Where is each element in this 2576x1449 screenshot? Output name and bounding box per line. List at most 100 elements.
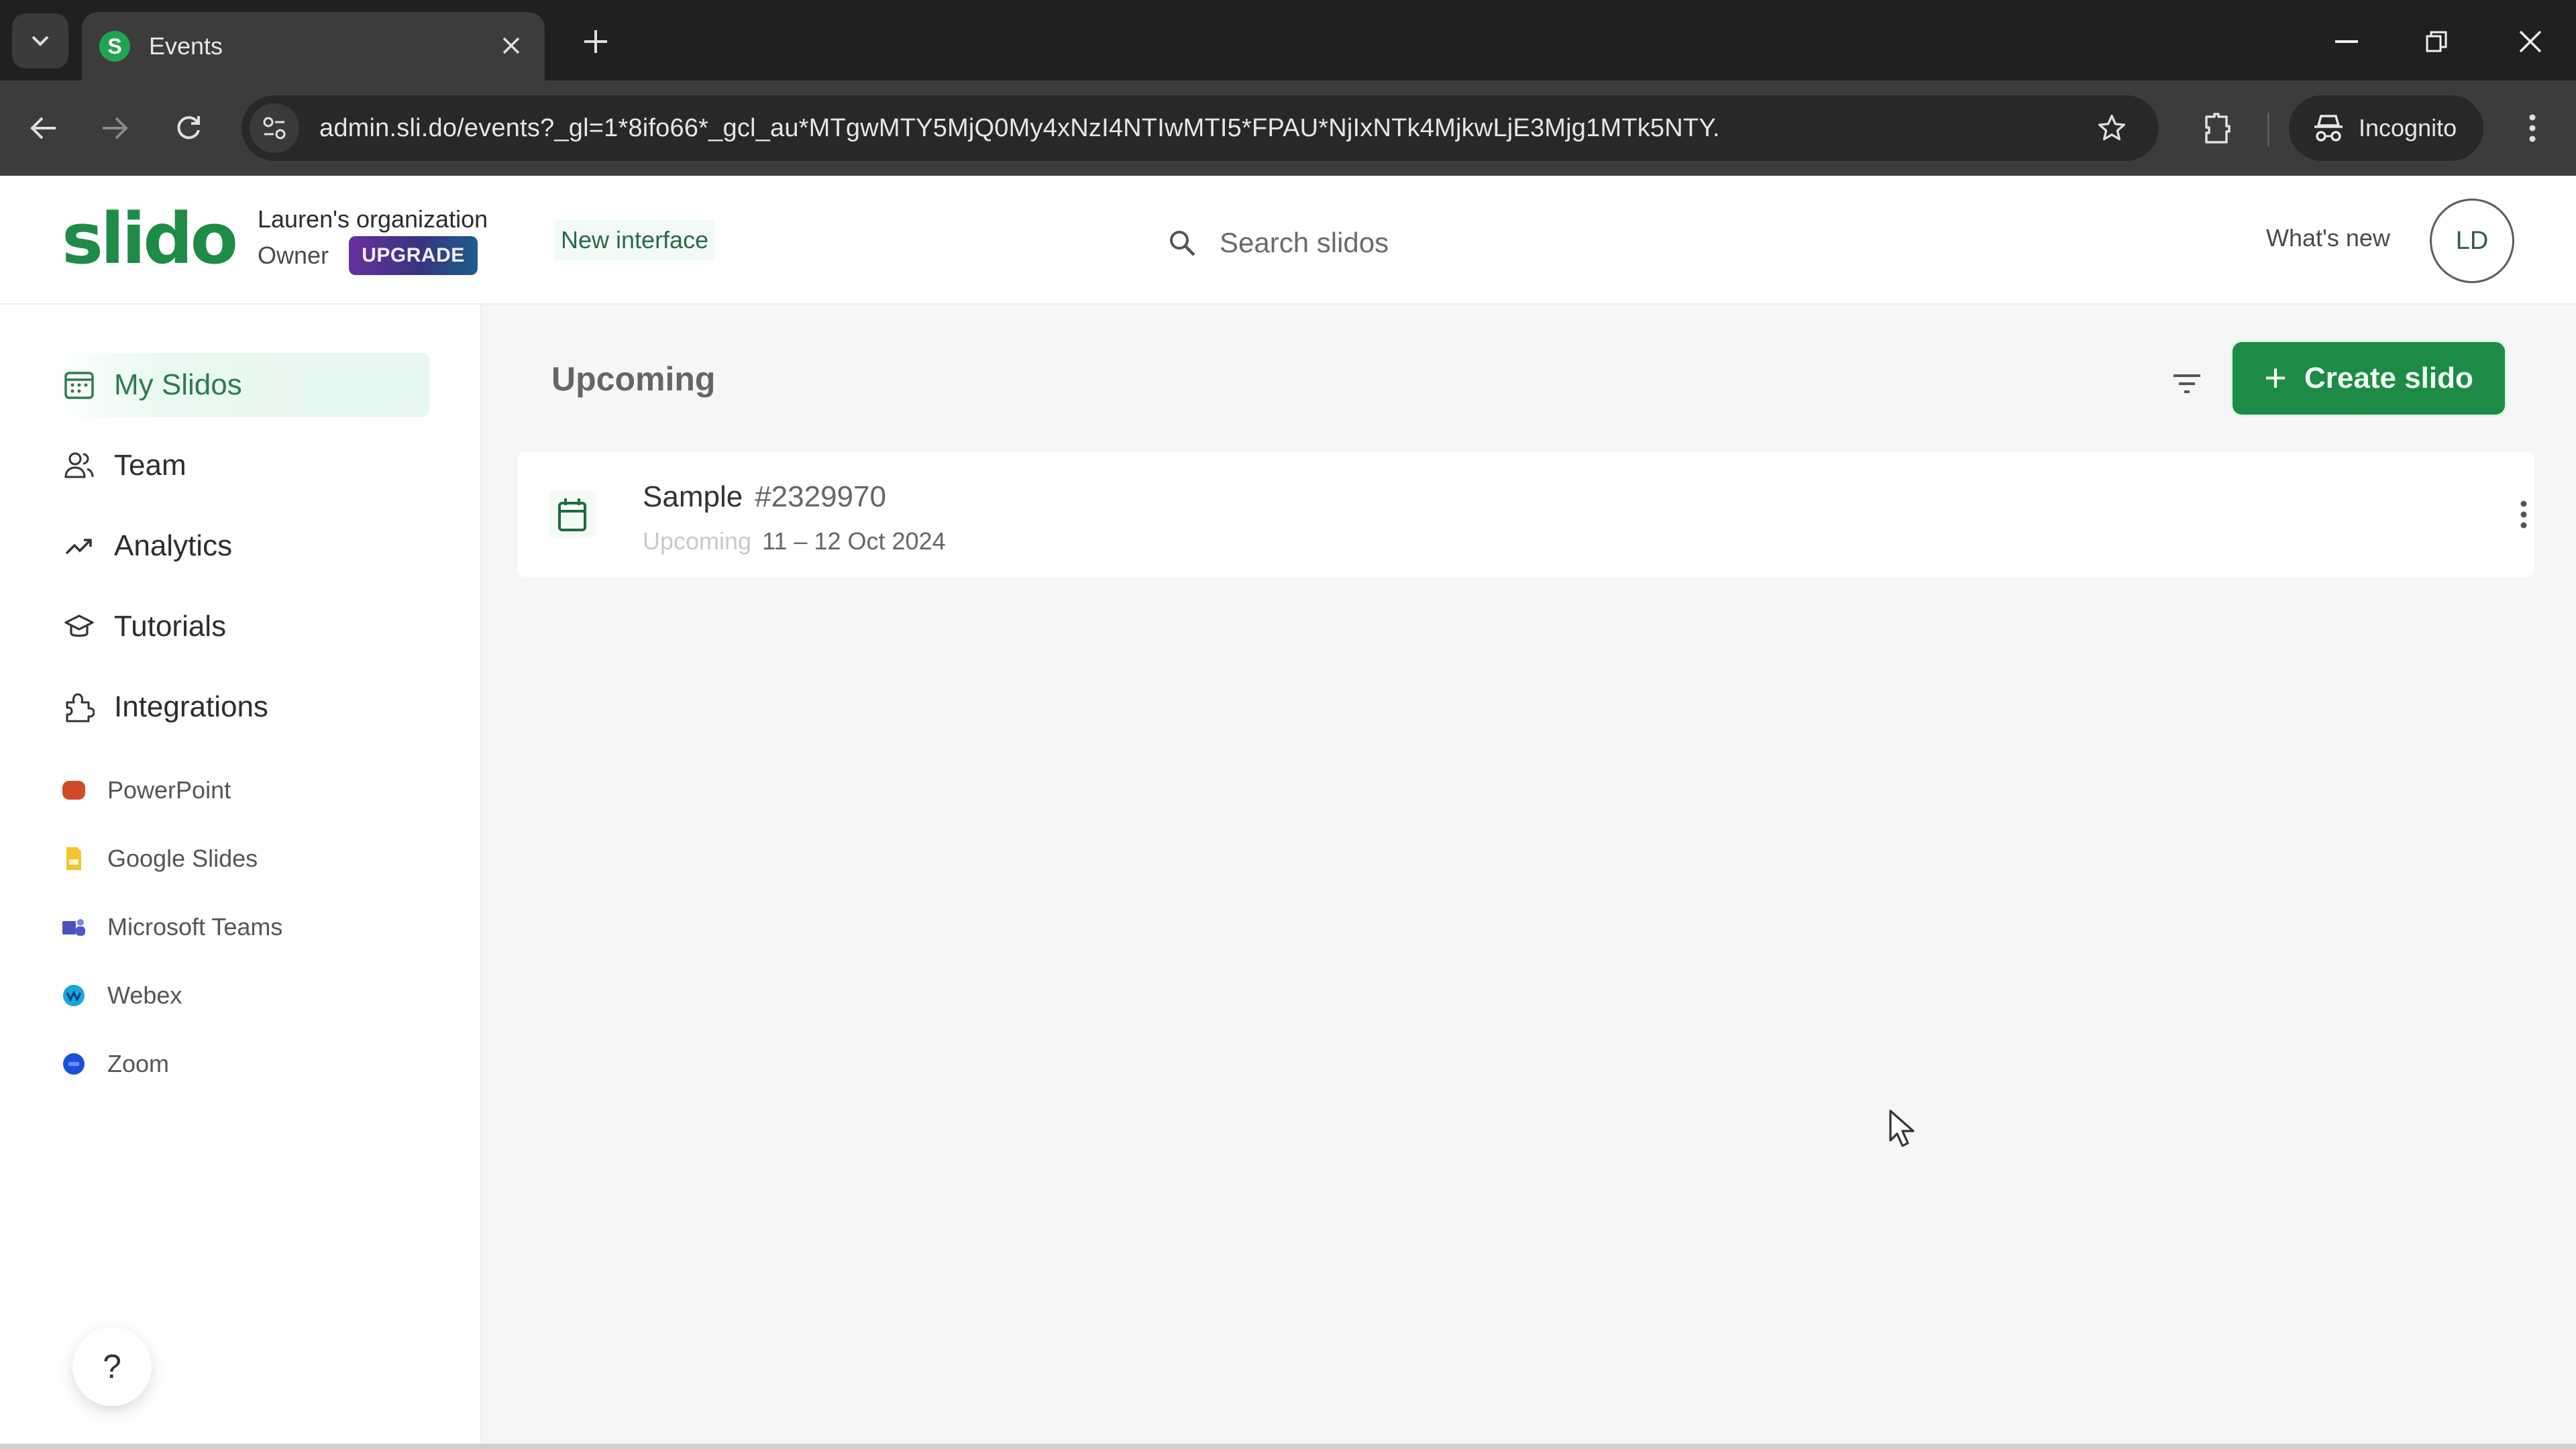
plus-icon	[584, 30, 607, 53]
sidebar-item-analytics[interactable]: Analytics	[47, 514, 429, 578]
browser-toolbar: admin.sli.do/events?_gl=1*8ifo66*_gcl_au…	[0, 80, 2576, 176]
organization-name[interactable]: Lauren's organization	[258, 205, 488, 233]
back-button[interactable]	[15, 99, 72, 157]
tab-title: Events	[149, 32, 223, 60]
event-dates: 11 – 12 Oct 2024	[762, 527, 946, 555]
arrow-left-icon	[30, 117, 56, 140]
integration-powerpoint[interactable]: PowerPoint	[62, 767, 231, 814]
google-slides-icon	[62, 847, 86, 871]
graduation-cap-icon	[62, 609, 97, 644]
site-info-button[interactable]	[250, 103, 299, 153]
incognito-badge[interactable]: Incognito	[2289, 95, 2483, 161]
user-role: Owner	[258, 241, 329, 269]
bookmark-button[interactable]	[2085, 101, 2139, 155]
sidebar-item-tutorials[interactable]: Tutorials	[47, 594, 429, 659]
integration-microsoft-teams[interactable]: Microsoft Teams	[62, 904, 282, 951]
restore-icon	[2426, 31, 2447, 52]
integration-google-slides[interactable]: Google Slides	[62, 835, 258, 882]
arrow-right-icon	[103, 117, 128, 140]
reload-icon	[177, 116, 200, 140]
slido-favicon-icon: S	[99, 31, 130, 62]
url-text[interactable]: admin.sli.do/events?_gl=1*8ifo66*_gcl_au…	[319, 114, 2085, 143]
main-content: Upcoming + Create slido Sample #2329970 U…	[483, 305, 2576, 1449]
integration-label: Webex	[107, 981, 182, 1009]
search-icon	[1170, 231, 1195, 256]
whats-new-link[interactable]: What's new	[2266, 224, 2390, 252]
integration-zoom[interactable]: Zoom	[62, 1040, 169, 1087]
close-window-button[interactable]	[2497, 15, 2564, 68]
integration-label: Zoom	[107, 1050, 170, 1077]
restore-button[interactable]	[2403, 15, 2470, 68]
sidebar: My Slidos Team Analytics Tutorials Integ…	[0, 305, 482, 1449]
event-meta: Upcoming 11 – 12 Oct 2024	[643, 527, 946, 555]
close-icon	[2519, 30, 2542, 53]
upgrade-button[interactable]: UPGRADE	[349, 236, 478, 275]
browser-tab-active[interactable]: S Events	[82, 12, 545, 80]
search-input[interactable]	[1220, 227, 1729, 259]
puzzle-icon	[62, 690, 97, 724]
new-tab-button[interactable]	[569, 15, 623, 68]
integration-label: Google Slides	[107, 845, 258, 872]
kebab-icon	[2529, 114, 2536, 142]
event-more-button[interactable]	[2504, 486, 2544, 543]
zoom-icon	[62, 1052, 86, 1076]
event-name: Sample	[643, 480, 743, 513]
plus-icon: +	[2264, 356, 2287, 400]
sidebar-item-label: Team	[114, 449, 186, 482]
horizontal-scrollbar[interactable]	[0, 1444, 2576, 1449]
sidebar-item-integrations[interactable]: Integrations	[47, 675, 429, 739]
event-status: Upcoming	[643, 527, 752, 555]
microsoft-teams-icon	[62, 915, 86, 939]
sidebar-item-label: Integrations	[114, 690, 268, 723]
sidebar-item-my-slidos[interactable]: My Slidos	[47, 353, 429, 417]
webex-icon	[62, 983, 86, 1008]
search-bar[interactable]	[1167, 216, 1771, 270]
kebab-icon	[2520, 500, 2527, 529]
section-title: Upcoming	[551, 360, 716, 398]
mouse-cursor-icon	[1889, 1110, 1915, 1147]
user-avatar[interactable]: LD	[2430, 199, 2514, 283]
create-slido-label: Create slido	[2304, 362, 2473, 394]
filter-icon	[2174, 374, 2200, 393]
help-button[interactable]: ?	[72, 1327, 152, 1406]
integration-label: Microsoft Teams	[107, 913, 283, 941]
browser-menu-button[interactable]	[2504, 99, 2561, 157]
calendar-icon	[549, 491, 596, 538]
sidebar-item-label: Analytics	[114, 529, 233, 562]
help-icon: ?	[103, 1348, 121, 1385]
sidebar-item-label: My Slidos	[114, 368, 242, 401]
calendar-grid-icon	[62, 368, 97, 402]
close-tab-button[interactable]	[491, 32, 531, 62]
integration-label: PowerPoint	[107, 776, 231, 804]
minimize-icon	[2335, 40, 2358, 43]
incognito-label: Incognito	[2359, 114, 2457, 142]
forward-button[interactable]	[86, 99, 144, 157]
tune-icon	[263, 117, 286, 140]
app-header: slido Lauren's organization Owner UPGRAD…	[0, 176, 2576, 305]
powerpoint-icon	[62, 778, 86, 802]
sidebar-item-label: Tutorials	[114, 610, 227, 643]
event-row[interactable]: Sample #2329970 Upcoming 11 – 12 Oct 2024	[518, 452, 2534, 577]
trend-up-icon	[62, 529, 97, 564]
browser-tabstrip: S Events	[0, 0, 2576, 80]
event-title[interactable]: Sample #2329970	[643, 480, 886, 514]
chevron-down-icon	[32, 36, 49, 46]
create-slido-button[interactable]: + Create slido	[2233, 342, 2505, 415]
tab-search-button[interactable]	[12, 13, 68, 68]
new-interface-link[interactable]: New interface	[554, 220, 716, 260]
reload-button[interactable]	[160, 99, 217, 157]
toolbar-divider	[2267, 113, 2269, 146]
integration-webex[interactable]: Webex	[62, 972, 182, 1019]
team-icon	[62, 448, 97, 483]
address-bar[interactable]: admin.sli.do/events?_gl=1*8ifo66*_gcl_au…	[241, 95, 2159, 161]
event-code: #2329970	[755, 480, 886, 513]
star-icon	[2098, 115, 2125, 141]
sidebar-item-team[interactable]: Team	[47, 433, 429, 498]
close-icon	[502, 37, 520, 54]
puzzle-icon	[2205, 113, 2231, 144]
extensions-button[interactable]	[2188, 99, 2246, 157]
slido-logo[interactable]: slido	[62, 204, 238, 274]
incognito-icon	[2314, 115, 2343, 142]
filter-button[interactable]	[2160, 357, 2214, 411]
minimize-button[interactable]	[2313, 15, 2380, 68]
